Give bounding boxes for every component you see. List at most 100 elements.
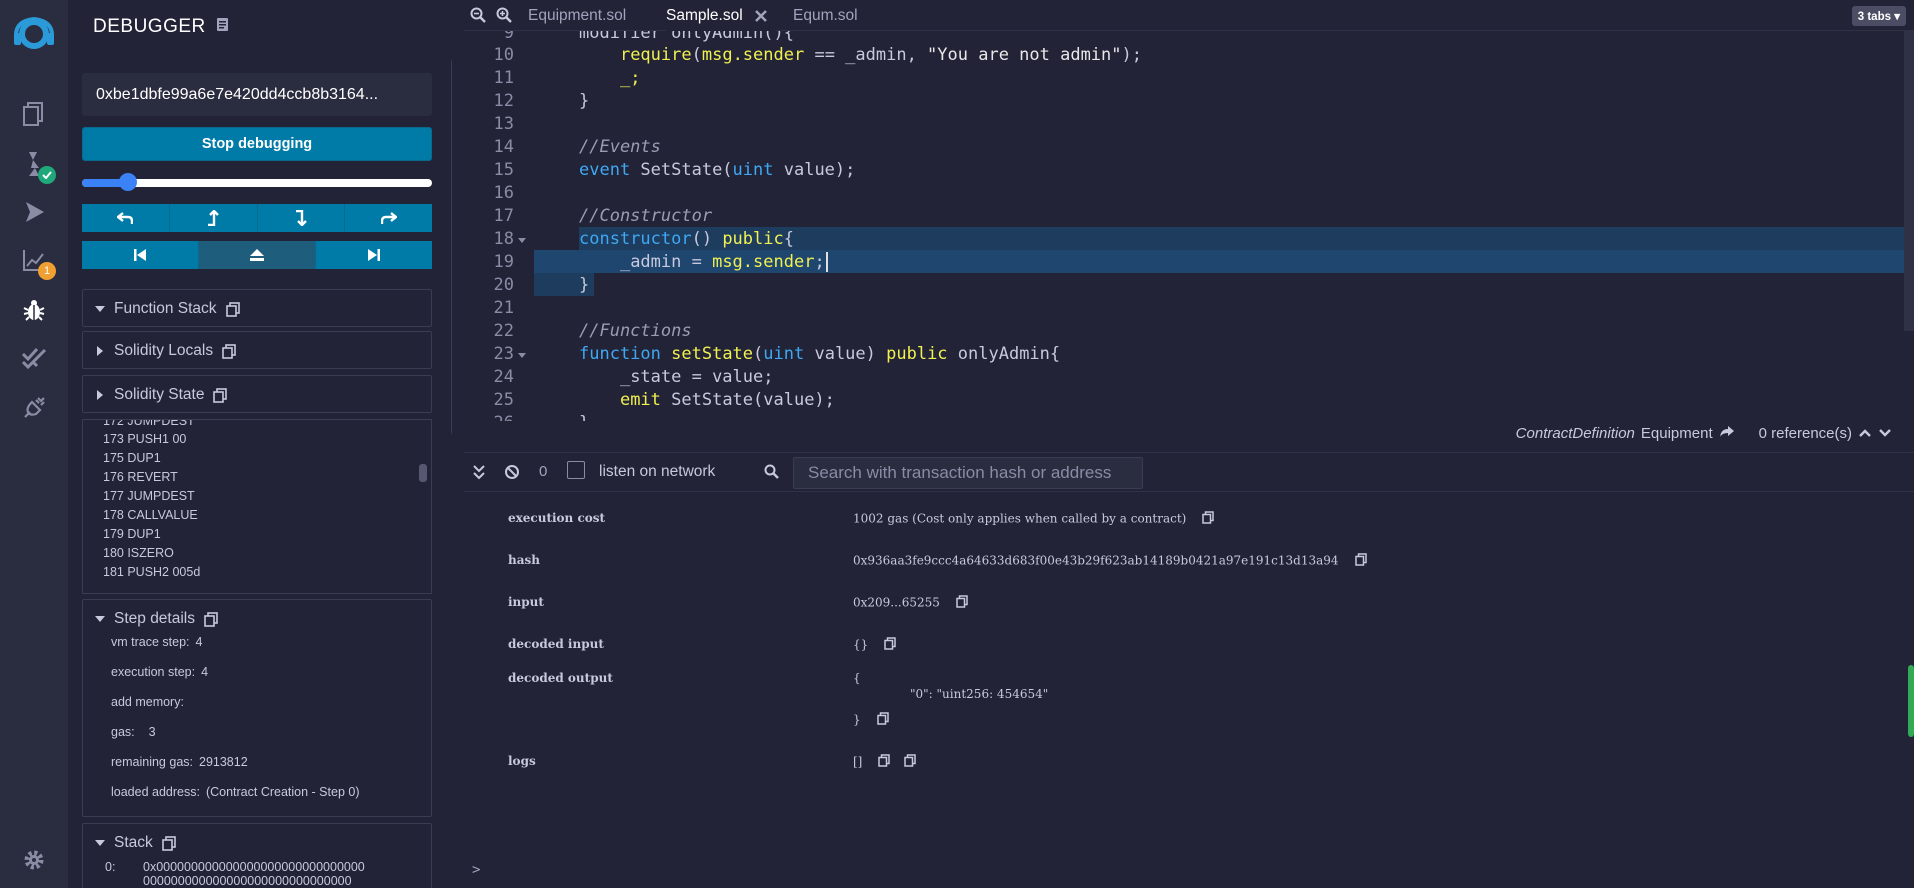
jump-button-row [82,241,432,269]
text-cursor [825,252,828,272]
solidity-state-section[interactable]: Solidity State [82,375,432,413]
listen-network-checkbox[interactable] [567,461,585,479]
tab-sample-sol[interactable]: Sample.sol [666,0,776,31]
analysis-icon[interactable]: 1 [0,238,68,282]
stack-header[interactable]: Stack [83,824,431,862]
search-icon [764,464,779,482]
copy-icon[interactable] [878,754,891,770]
line-number: 16 [493,183,514,203]
line-number: 10 [493,45,514,65]
close-icon[interactable] [754,9,767,22]
ref-name[interactable]: Equipment [1641,425,1713,442]
copy-icon[interactable] [876,712,889,728]
tab-equipment-sol[interactable]: Equipment.sol [528,0,648,31]
tabs-count-dropdown[interactable]: 3 tabs ▾ [1851,6,1906,26]
step-details-header[interactable]: Step details [83,600,431,638]
step-over-forward-button[interactable] [345,204,432,232]
chevron-down-icon[interactable] [1878,425,1892,442]
terminal-scrollbar[interactable] [1908,665,1914,737]
copy-icon[interactable] [1354,553,1367,569]
testing-icon[interactable] [0,336,68,380]
opcode-list[interactable]: 172 JUMPDEST 173 PUSH1 00 175 DUP1 176 R… [82,419,432,594]
collapse-terminal-icon[interactable] [472,464,486,483]
opcode-item[interactable]: 180 ISZERO [103,546,174,560]
panel-scrollbar[interactable] [451,58,452,436]
tx-detail-key: hash [508,553,540,567]
line-number: 19 [493,252,514,272]
terminal-prompt[interactable]: > [472,862,480,878]
solidity-locals-section[interactable]: Solidity Locals [82,331,432,369]
opcode-item[interactable]: 178 CALLVALUE [103,508,198,522]
copy-icon[interactable] [161,835,176,851]
jump-next-breakpoint-button[interactable] [316,241,432,269]
tab-equm-sol[interactable]: Equm.sol [793,0,883,31]
jump-out-button[interactable] [199,241,316,269]
opcode-item[interactable]: 179 DUP1 [103,527,161,541]
step-into-button[interactable] [257,204,346,232]
step-slider[interactable] [82,173,432,191]
deploy-run-icon[interactable] [0,190,68,234]
settings-icon[interactable] [22,848,46,875]
file-explorer-icon[interactable] [0,92,68,136]
analysis-badge: 1 [38,262,56,280]
code-line: //Events [579,137,661,157]
copy-icon[interactable] [1202,511,1215,527]
step-detail-value: 3 [148,725,156,739]
opcode-item[interactable]: 172 JUMPDEST [103,420,195,428]
reference-bar: ContractDefinition Equipment 0 reference… [464,421,1914,445]
function-stack-section[interactable]: Function Stack [82,289,432,327]
copy-icon[interactable] [213,387,228,403]
docs-icon[interactable] [216,16,229,38]
copy-icon[interactable] [204,611,218,627]
code-editor[interactable]: 9 10 11 12 13 14 15 16 17 18 19 20 21 22… [464,31,1914,421]
step-back-button[interactable] [169,204,258,232]
tx-detail-value: 1002 gas (Cost only applies when called … [853,511,1215,527]
opcode-scrollbar[interactable] [419,464,427,482]
step-details-section: Step details vm trace step: 4 execution s… [82,599,432,817]
step-over-back-button[interactable] [82,204,170,232]
opcode-item[interactable]: 181 PUSH2 005d [103,565,200,579]
clear-console-icon[interactable] [504,464,520,483]
copy-icon[interactable] [956,595,968,611]
plugin-manager-icon[interactable] [0,386,68,430]
opcode-item[interactable]: 177 JUMPDEST [103,489,195,503]
tab-label: Sample.sol [666,6,743,24]
editor-scrollbar[interactable] [1904,31,1914,331]
solidity-compiler-icon[interactable] [0,142,68,186]
editor-tab-bar: Equipment.sol Sample.sol Equm.sol 3 tabs… [464,0,1914,31]
copy-icon[interactable] [904,754,917,770]
copy-icon[interactable] [225,301,240,317]
slider-handle[interactable] [118,173,137,191]
code-line: _; [619,68,641,88]
opcode-item[interactable]: 175 DUP1 [103,451,161,465]
share-arrow-icon[interactable] [1719,425,1735,442]
tx-detail-key: logs [508,754,536,768]
chevron-up-icon[interactable] [1858,425,1872,442]
pending-tx-count: 0 [539,463,548,480]
fold-icon[interactable] [518,238,526,243]
debugger-icon[interactable] [0,288,68,332]
transaction-hash-input[interactable]: 0xbe1dbfe99a6e7e420dd4ccb8b3164... [82,73,432,116]
step-detail-value: 4 [195,635,203,649]
opcode-item[interactable]: 173 PUSH1 00 [103,432,186,446]
line-number: 15 [493,160,514,180]
tx-detail-key: execution cost [508,511,606,525]
copy-icon[interactable] [884,637,897,653]
opcode-item[interactable]: 176 REVERT [103,470,178,484]
zoom-in-icon[interactable] [496,7,512,26]
copy-icon[interactable] [222,343,236,359]
caret-down-icon [95,840,105,846]
line-number: 21 [493,298,514,318]
step-detail-key: add memory: [111,695,184,709]
line-number: 20 [493,275,514,295]
code-line: emit SetState(value); [619,390,835,410]
fold-icon[interactable] [518,353,526,358]
line-number: 22 [493,321,514,341]
line-number: 26 [464,413,514,421]
jump-previous-breakpoint-button[interactable] [82,241,199,269]
zoom-out-icon[interactable] [470,7,486,26]
stop-debugging-button[interactable]: Stop debugging [82,127,432,161]
tab-label: Equm.sol [793,6,858,24]
remix-logo-icon[interactable] [0,8,68,60]
transaction-search-input[interactable]: Search with transaction hash or address [793,457,1143,489]
